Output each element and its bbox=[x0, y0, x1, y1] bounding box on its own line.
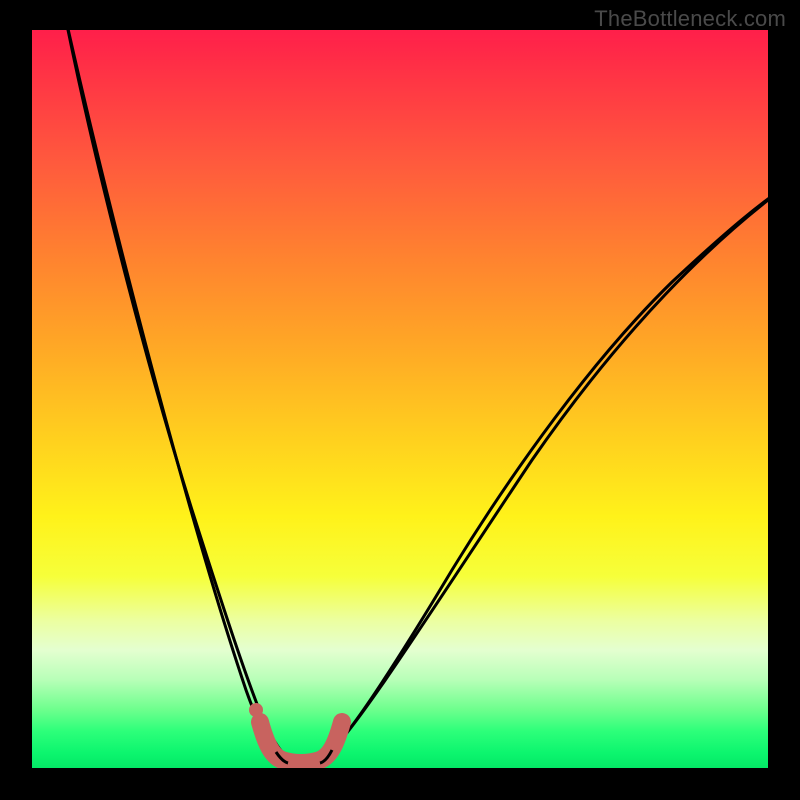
bottleneck-curve bbox=[32, 30, 768, 768]
chart-frame: TheBottleneck.com bbox=[0, 0, 800, 800]
curve-main bbox=[66, 30, 284, 754]
curve-main-right-fine bbox=[332, 182, 768, 750]
trough-accent-dot bbox=[249, 703, 263, 717]
plot-area bbox=[32, 30, 768, 768]
curve-main-left-fine bbox=[66, 30, 276, 752]
watermark-text: TheBottleneck.com bbox=[594, 6, 786, 32]
